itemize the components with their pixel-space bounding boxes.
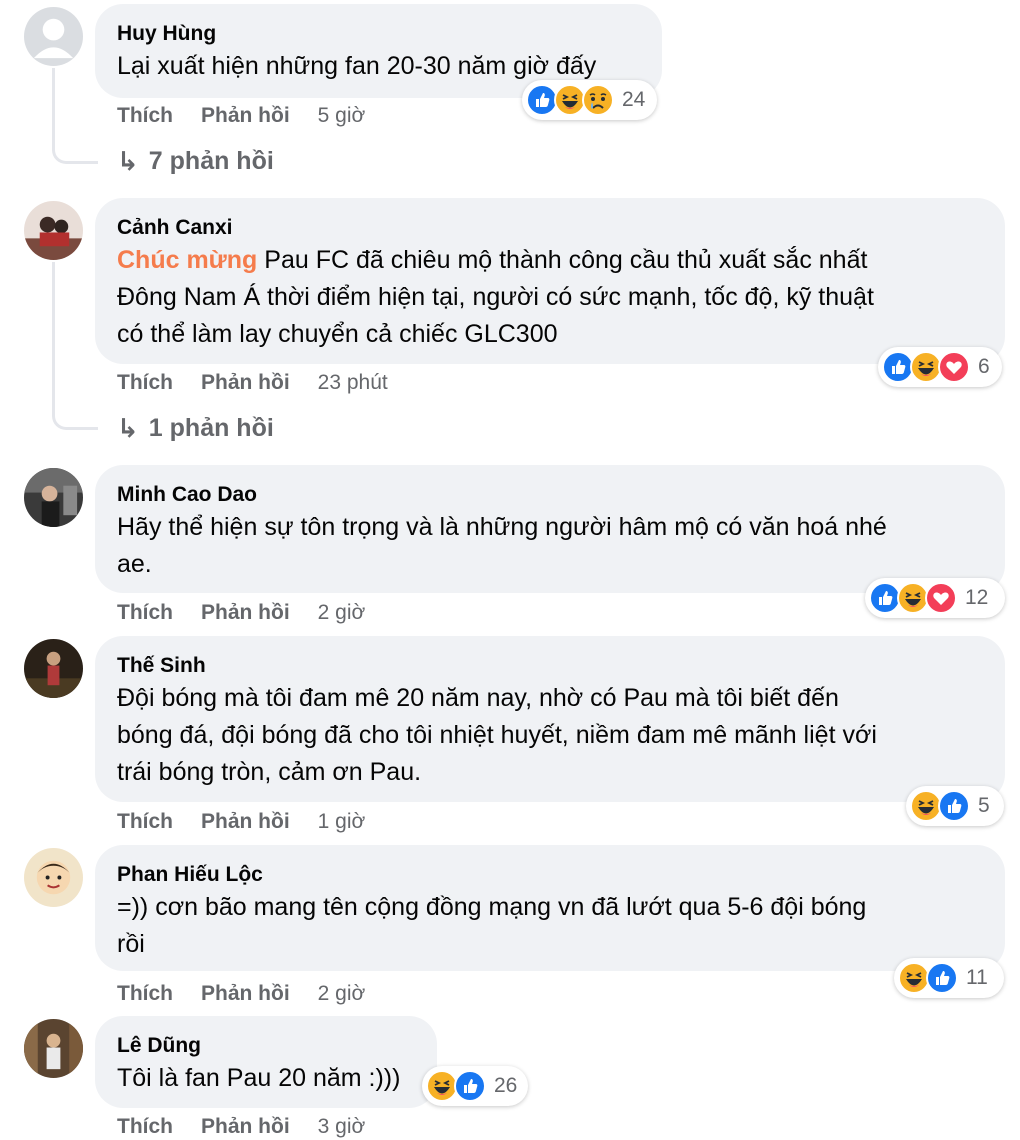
reply-button[interactable]: Phản hồi: [201, 104, 290, 127]
like-button[interactable]: Thích: [117, 810, 173, 833]
thread-line: [52, 262, 98, 430]
like-button[interactable]: Thích: [117, 601, 173, 624]
reaction-summary[interactable]: 12: [865, 578, 1005, 618]
avatar[interactable]: [24, 848, 83, 907]
comment-author[interactable]: Huy Hùng: [117, 20, 640, 48]
reply-button[interactable]: Phản hồi: [201, 810, 290, 833]
comment-author[interactable]: Cảnh Canxi: [117, 214, 983, 242]
like-button[interactable]: Thích: [117, 104, 173, 127]
comment-text: Đông Nam Á thời điểm hiện tại, người có …: [117, 283, 874, 311]
comment-text: Hãy thể hiện sự tôn trọng và là những ng…: [117, 513, 887, 541]
avatar[interactable]: [24, 468, 83, 527]
comment-author[interactable]: Lê Dũng: [117, 1032, 415, 1060]
comment-actions: Thích Phản hồi 2 giờ: [117, 981, 365, 1007]
comment-text: Tôi là fan Pau 20 năm :))): [117, 1064, 401, 1092]
reply-button[interactable]: Phản hồi: [201, 1115, 290, 1138]
love-icon: [938, 351, 970, 383]
reaction-summary[interactable]: 24: [522, 80, 657, 120]
view-replies-button[interactable]: ↳ 1 phản hồi: [117, 413, 274, 444]
comment-actions: Thích Phản hồi 23 phút: [117, 370, 388, 396]
reaction-count: 12: [965, 586, 989, 609]
reply-button[interactable]: Phản hồi: [201, 371, 290, 394]
view-replies-button[interactable]: ↳ 7 phản hồi: [117, 146, 274, 177]
comment-actions: Thích Phản hồi 3 giờ: [117, 1114, 365, 1140]
reaction-summary[interactable]: 11: [894, 958, 1004, 998]
avatar[interactable]: [24, 201, 83, 260]
comment-text: =)) cơn bão mang tên cộng đồng mạng vn đ…: [117, 893, 867, 921]
reaction-count: 6: [978, 355, 990, 378]
comment-bubble: Cảnh Canxi Chúc mừng Pau FC đã chiêu mộ …: [95, 198, 1005, 364]
replies-count-label: 1 phản hồi: [148, 414, 274, 442]
reply-arrow-icon: ↳: [117, 413, 139, 443]
reaction-count: 5: [978, 794, 990, 817]
comment-text: ae.: [117, 550, 152, 578]
reaction-summary[interactable]: 26: [422, 1066, 528, 1106]
comment-actions: Thích Phản hồi 1 giờ: [117, 809, 365, 835]
sad-icon: [582, 84, 614, 116]
reply-arrow-icon: ↳: [117, 146, 139, 176]
comment-time[interactable]: 2 giờ: [318, 982, 366, 1005]
reaction-count: 11: [966, 966, 988, 989]
mention-highlight[interactable]: Chúc mừng: [117, 246, 257, 274]
replies-count-label: 7 phản hồi: [148, 147, 274, 175]
reaction-summary[interactable]: 5: [906, 786, 1004, 826]
avatar[interactable]: [24, 1019, 83, 1078]
avatar-default[interactable]: [24, 7, 83, 66]
comment-author[interactable]: Minh Cao Dao: [117, 481, 983, 509]
comment-bubble: Minh Cao Dao Hãy thể hiện sự tôn trọng v…: [95, 465, 1005, 593]
like-icon: [926, 962, 958, 994]
comment-time[interactable]: 3 giờ: [318, 1115, 366, 1138]
like-button[interactable]: Thích: [117, 1115, 173, 1138]
like-button[interactable]: Thích: [117, 982, 173, 1005]
comment-text: có thể làm lay chuyển cả chiếc GLC300: [117, 320, 558, 348]
like-button[interactable]: Thích: [117, 371, 173, 394]
comment-bubble: Phan Hiếu Lộc =)) cơn bão mang tên cộng …: [95, 845, 1005, 971]
comment-text: Chúc mừng Pau FC đã chiêu mộ thành công …: [117, 246, 868, 274]
comment-time[interactable]: 1 giờ: [318, 810, 366, 833]
reply-button[interactable]: Phản hồi: [201, 982, 290, 1005]
comment-text: bóng đá, đội bóng đã cho tôi nhiệt huyết…: [117, 721, 877, 749]
comment-text: trái bóng tròn, cảm ơn Pau.: [117, 758, 422, 786]
comment-actions: Thích Phản hồi 2 giờ: [117, 600, 365, 626]
reaction-count: 26: [494, 1074, 518, 1097]
comment-time[interactable]: 5 giờ: [318, 104, 366, 127]
comment-actions: Thích Phản hồi 5 giờ: [117, 103, 365, 129]
thread-line: [52, 68, 98, 164]
comment-author[interactable]: Phan Hiếu Lộc: [117, 861, 983, 889]
avatar[interactable]: [24, 639, 83, 698]
like-icon: [938, 790, 970, 822]
like-icon: [454, 1070, 486, 1102]
reaction-summary[interactable]: 6: [878, 347, 1002, 387]
love-icon: [925, 582, 957, 614]
comment-text: rồi: [117, 930, 145, 958]
comment-bubble: Thế Sinh Đội bóng mà tôi đam mê 20 năm n…: [95, 636, 1005, 802]
reaction-count: 24: [622, 88, 646, 111]
comment-bubble: Lê Dũng Tôi là fan Pau 20 năm :))): [95, 1016, 437, 1108]
comment-text: Đội bóng mà tôi đam mê 20 năm nay, nhờ c…: [117, 684, 839, 712]
comment-time[interactable]: 2 giờ: [318, 601, 366, 624]
comment-author[interactable]: Thế Sinh: [117, 652, 983, 680]
comment-time[interactable]: 23 phút: [318, 371, 388, 394]
reply-button[interactable]: Phản hồi: [201, 601, 290, 624]
